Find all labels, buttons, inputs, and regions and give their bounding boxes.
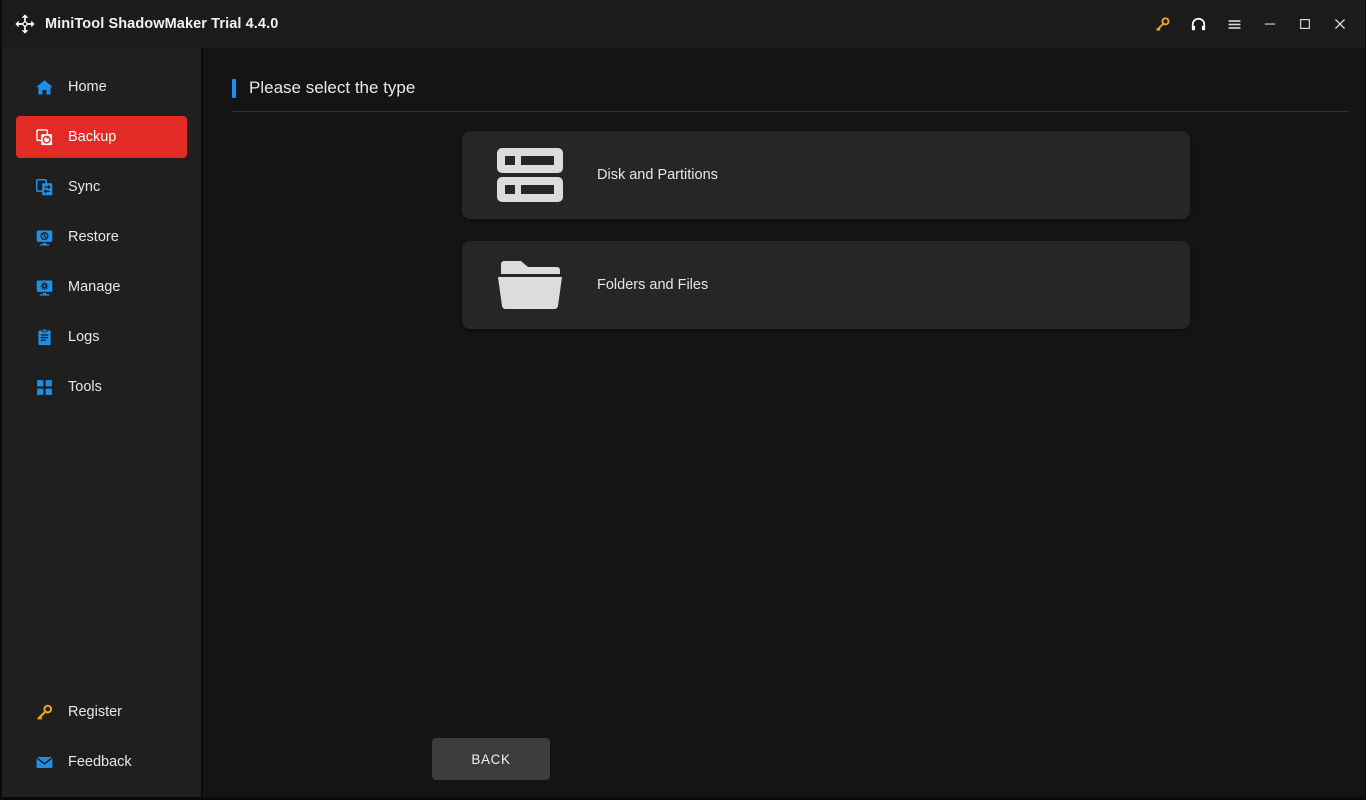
- sidebar-item-label: Logs: [68, 329, 100, 345]
- sidebar-item-label: Backup: [68, 129, 117, 145]
- key-icon: [34, 702, 54, 722]
- main-footer: BACK: [203, 738, 1365, 797]
- app-title: MiniTool ShadowMaker Trial 4.4.0: [45, 16, 279, 32]
- sync-arrows-logo-icon: [14, 13, 36, 35]
- window-body: Home Backup Sync Restore Manage Logs Too…: [2, 48, 1365, 797]
- main-content: Please select the type Disk and Partitio…: [203, 48, 1365, 797]
- hamburger-menu-icon[interactable]: [1216, 0, 1252, 48]
- sidebar-item-label: Feedback: [68, 754, 132, 770]
- backup-icon: [34, 127, 54, 147]
- backup-type-disk-and-partitions[interactable]: Disk and Partitions: [462, 131, 1190, 219]
- backup-type-label: Folders and Files: [597, 277, 709, 293]
- app-window: MiniTool ShadowMaker Trial 4.4.0 Home Ba…: [0, 0, 1366, 800]
- sidebar-item-manage[interactable]: Manage: [16, 266, 187, 308]
- sidebar-item-feedback[interactable]: Feedback: [16, 741, 187, 783]
- sidebar-item-label: Restore: [68, 229, 119, 245]
- tools-icon: [34, 377, 54, 397]
- manage-icon: [34, 277, 54, 297]
- sidebar-nav-list: Home Backup Sync Restore Manage Logs Too…: [2, 66, 201, 408]
- back-button[interactable]: BACK: [432, 738, 550, 780]
- disk-partitions-icon: [492, 145, 568, 205]
- headset-support-icon[interactable]: [1180, 0, 1216, 48]
- backup-type-folders-and-files[interactable]: Folders and Files: [462, 241, 1190, 329]
- sidebar-item-restore[interactable]: Restore: [16, 216, 187, 258]
- sidebar-item-home[interactable]: Home: [16, 66, 187, 108]
- sync-icon: [34, 177, 54, 197]
- page-header: Please select the type: [232, 78, 1349, 112]
- title-bar-left: MiniTool ShadowMaker Trial 4.4.0: [2, 13, 278, 35]
- maximize-icon[interactable]: [1287, 0, 1322, 48]
- logs-icon: [34, 327, 54, 347]
- sidebar-item-register[interactable]: Register: [16, 691, 187, 733]
- sidebar-bottom-list: Register Feedback: [2, 691, 201, 783]
- sidebar-item-backup[interactable]: Backup: [16, 116, 187, 158]
- title-bar: MiniTool ShadowMaker Trial 4.4.0: [2, 0, 1365, 48]
- restore-icon: [34, 227, 54, 247]
- minimize-icon[interactable]: [1252, 0, 1287, 48]
- sidebar-item-label: Register: [68, 704, 122, 720]
- sidebar-item-label: Tools: [68, 379, 102, 395]
- title-bar-controls: [1144, 0, 1365, 48]
- header-accent-bar: [232, 78, 236, 98]
- main-spacer: [203, 329, 1365, 738]
- sidebar-item-tools[interactable]: Tools: [16, 366, 187, 408]
- close-icon[interactable]: [1322, 0, 1357, 48]
- sidebar-item-sync[interactable]: Sync: [16, 166, 187, 208]
- backup-type-label: Disk and Partitions: [597, 167, 718, 183]
- sidebar-item-logs[interactable]: Logs: [16, 316, 187, 358]
- register-key-icon[interactable]: [1144, 0, 1180, 48]
- sidebar-item-label: Manage: [68, 279, 121, 295]
- backup-type-list: Disk and Partitions Folders and Files: [203, 112, 1365, 329]
- sidebar-item-label: Sync: [68, 179, 101, 195]
- home-icon: [34, 77, 54, 97]
- folder-files-icon: [492, 255, 568, 315]
- page-title: Please select the type: [249, 78, 416, 97]
- envelope-icon: [34, 752, 54, 772]
- sidebar-item-label: Home: [68, 79, 107, 95]
- sidebar: Home Backup Sync Restore Manage Logs Too…: [2, 48, 203, 797]
